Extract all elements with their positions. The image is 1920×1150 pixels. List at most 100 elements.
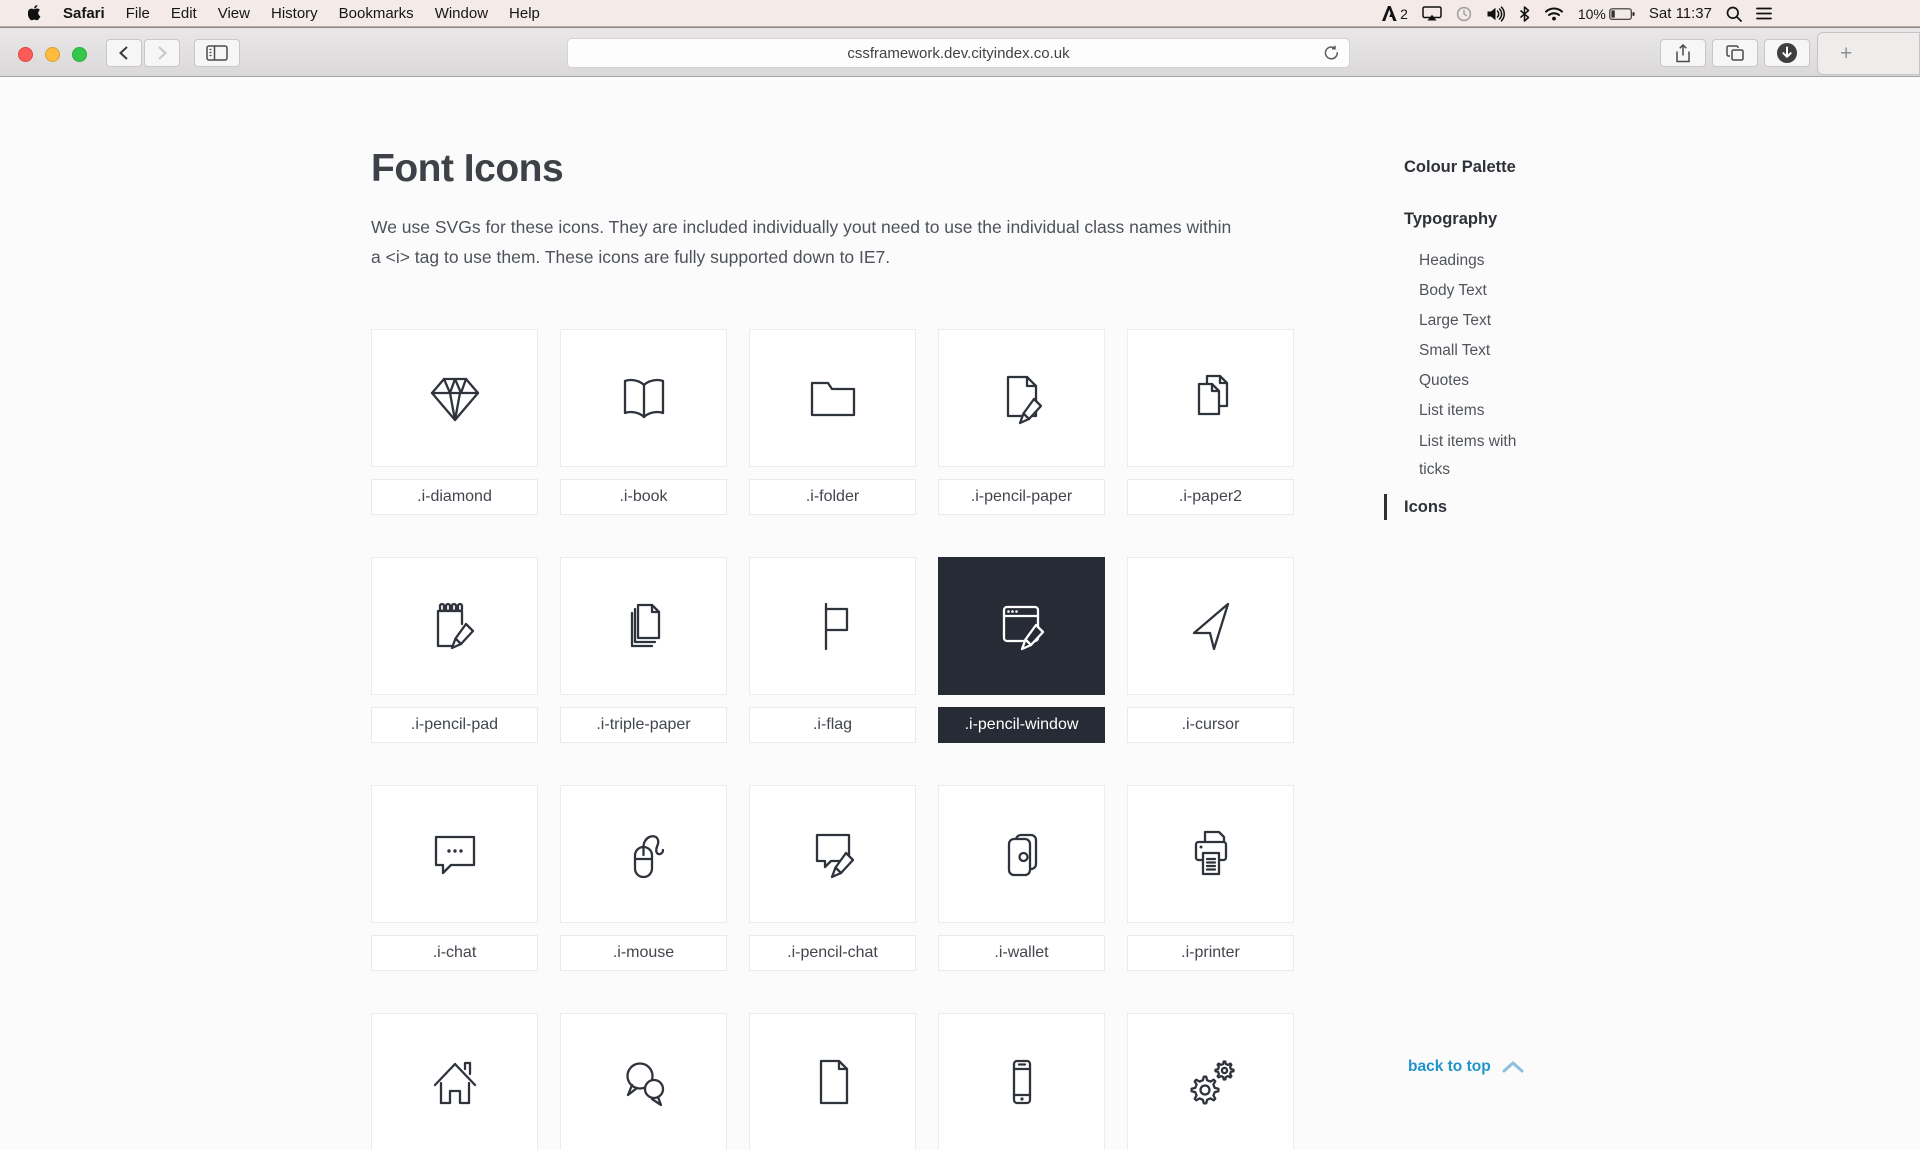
icon-card-paper2[interactable] (1127, 329, 1294, 467)
sidebar-item-quotes[interactable]: Quotes (1404, 366, 1536, 396)
icon-cell-chat: .i-chat (371, 785, 538, 971)
icon-card-mouse[interactable] (560, 785, 727, 923)
icon-cell-chat-conversation (560, 1013, 727, 1150)
wallet-icon (1007, 833, 1037, 877)
page-title: Font Icons (371, 147, 564, 190)
icon-cell-wallet: .i-wallet (938, 785, 1105, 971)
icon-cell-cursor: .i-cursor (1127, 557, 1294, 743)
menu-item-view[interactable]: View (218, 5, 250, 22)
menu-item-bookmarks[interactable]: Bookmarks (339, 5, 414, 22)
folder-icon (810, 381, 855, 417)
wifi-icon[interactable] (1544, 6, 1564, 21)
icon-card-pencil-pad[interactable] (371, 557, 538, 695)
menu-item-help[interactable]: Help (509, 5, 540, 22)
icon-class-label: .i-book (560, 479, 727, 515)
sidebar-item-typography[interactable]: Typography (1404, 208, 1536, 230)
icon-card-wallet[interactable] (938, 785, 1105, 923)
downloads-icon (1777, 43, 1797, 63)
settings-icon (1189, 1060, 1235, 1105)
icon-card-home[interactable] (371, 1013, 538, 1150)
icon-card-chat[interactable] (371, 785, 538, 923)
icon-card-printer[interactable] (1127, 785, 1294, 923)
address-bar[interactable]: cssframework.dev.cityindex.co.uk (567, 38, 1350, 68)
icon-card-pencil-window[interactable] (938, 557, 1105, 695)
notification-center-icon[interactable] (1756, 7, 1772, 20)
icon-cell-mobile (938, 1013, 1105, 1150)
downloads-button[interactable] (1764, 39, 1810, 67)
icon-class-label: .i-pencil-chat (749, 935, 916, 971)
window-close-button[interactable] (18, 47, 33, 62)
icon-card-pencil-paper[interactable] (938, 329, 1105, 467)
icon-grid: .i-diamond .i-book .i-folder .i-pencil-pape… (371, 329, 1294, 1150)
spotlight-search-icon[interactable] (1726, 6, 1742, 22)
icon-class-label: .i-chat (371, 935, 538, 971)
sidebar-item-icons[interactable]: Icons (1384, 494, 1536, 520)
printer-icon (1194, 830, 1227, 876)
sidebar-item-list-items-with-ticks[interactable]: List items with ticks (1404, 426, 1536, 484)
icon-card-folder[interactable] (749, 329, 916, 467)
icon-cell-folder: .i-folder (749, 329, 916, 515)
icon-card-diamond[interactable] (371, 329, 538, 467)
back-button[interactable] (106, 39, 142, 67)
flag-icon (824, 602, 848, 651)
icon-card-book[interactable] (560, 329, 727, 467)
menu-item-file[interactable]: File (126, 5, 150, 22)
icon-card-mobile[interactable] (938, 1013, 1105, 1150)
chevron-up-icon (1502, 1061, 1524, 1073)
sidebar-item-list-items[interactable]: List items (1404, 396, 1536, 426)
adobe-cc-menu-icon[interactable]: 2 (1381, 6, 1408, 22)
back-chevron-icon (119, 46, 128, 60)
icon-class-label: .i-wallet (938, 935, 1105, 971)
menu-item-edit[interactable]: Edit (171, 5, 197, 22)
icon-cell-mouse: .i-mouse (560, 785, 727, 971)
battery-indicator[interactable]: 10% (1578, 6, 1635, 22)
menu-clock[interactable]: Sat 11:37 (1649, 5, 1712, 22)
icon-class-label: .i-flag (749, 707, 916, 743)
icon-cell-settings (1127, 1013, 1294, 1150)
icon-class-label: .i-cursor (1127, 707, 1294, 743)
sidebar-item-small-text[interactable]: Small Text (1404, 336, 1536, 366)
reload-icon[interactable] (1323, 45, 1340, 66)
icon-class-label: .i-triple-paper (560, 707, 727, 743)
pencil-window-icon (1002, 605, 1044, 651)
menu-item-window[interactable]: Window (435, 5, 488, 22)
share-button[interactable] (1660, 39, 1706, 67)
paper-icon (819, 1059, 848, 1105)
airplay-display-icon[interactable] (1422, 6, 1442, 21)
icon-class-label: .i-pencil-window (938, 707, 1105, 743)
bluetooth-icon[interactable] (1519, 5, 1530, 22)
time-machine-icon[interactable] (1456, 6, 1472, 22)
sidebar-item-headings[interactable]: Headings (1404, 246, 1536, 276)
icon-card-flag[interactable] (749, 557, 916, 695)
forward-chevron-icon (158, 46, 167, 60)
sidebar-item-large-text[interactable]: Large Text (1404, 306, 1536, 336)
icon-card-cursor[interactable] (1127, 557, 1294, 695)
tab-overview-button[interactable] (1712, 39, 1758, 67)
icon-class-label: .i-pencil-pad (371, 707, 538, 743)
page-description: We use SVGs for these icons. They are in… (371, 217, 1232, 267)
sidebar-item-colour-palette[interactable]: Colour Palette (1404, 156, 1536, 178)
sidebar-item-body-text[interactable]: Body Text (1404, 276, 1536, 306)
new-tab-button[interactable]: + (1817, 32, 1920, 75)
menu-item-history[interactable]: History (271, 5, 318, 22)
pencil-paper-icon (1006, 375, 1042, 425)
sidebar-toggle-button[interactable] (194, 39, 240, 67)
screen: Safari File Edit View History Bookmarks Window… (0, 0, 1920, 1150)
forward-button[interactable] (144, 39, 180, 67)
icon-cell-flag: .i-flag (749, 557, 916, 743)
icon-class-label: .i-diamond (371, 479, 538, 515)
apple-menu-icon[interactable] (28, 5, 42, 21)
menu-item-safari[interactable]: Safari (63, 5, 105, 22)
window-zoom-button[interactable] (72, 47, 87, 62)
window-minimize-button[interactable] (45, 47, 60, 62)
icon-card-chat-conversation[interactable] (560, 1013, 727, 1150)
icon-cell-paper2: .i-paper2 (1127, 329, 1294, 515)
icon-card-pencil-chat[interactable] (749, 785, 916, 923)
chat-conversation-icon (625, 1062, 664, 1107)
icon-cell-triple-paper: .i-triple-paper (560, 557, 727, 743)
back-to-top-link[interactable]: back to top (1408, 1058, 1525, 1076)
icon-card-settings[interactable] (1127, 1013, 1294, 1150)
icon-card-triple-paper[interactable] (560, 557, 727, 695)
icon-card-paper[interactable] (749, 1013, 916, 1150)
volume-icon[interactable] (1486, 5, 1505, 22)
